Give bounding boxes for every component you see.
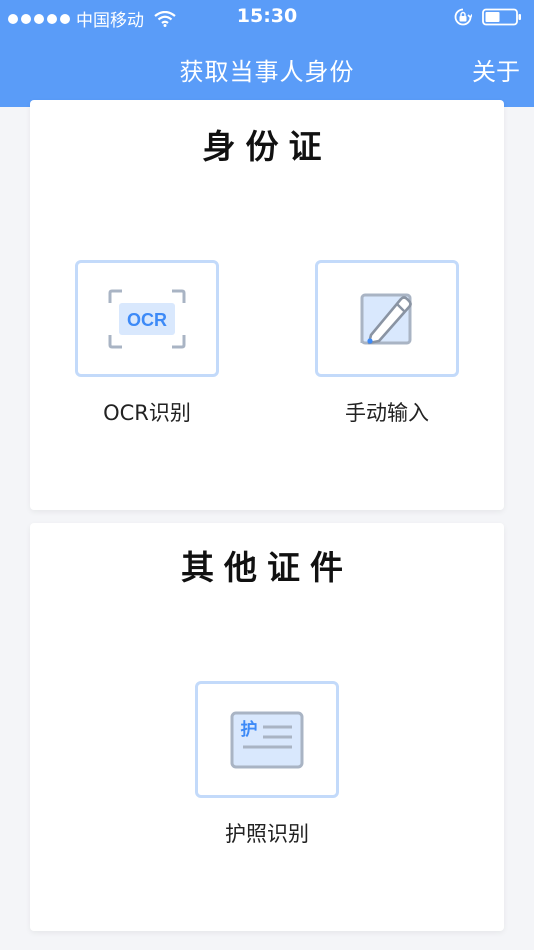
manual-option-label: 手动输入 bbox=[345, 401, 429, 425]
about-button[interactable]: 关于 bbox=[472, 52, 520, 87]
manual-input-option[interactable]: 手动输入 bbox=[315, 260, 459, 427]
battery-icon bbox=[482, 8, 521, 26]
manual-option-box[interactable] bbox=[315, 260, 459, 377]
page-title: 获取当事人身份 bbox=[179, 58, 355, 86]
other-documents-section: 其他证件 护 护照识别 bbox=[30, 523, 504, 931]
passport-option-label: 护照识别 bbox=[225, 822, 309, 846]
header: 中国移动 15:30 获取当事人身份 关于 bbox=[0, 0, 534, 107]
ocr-option-label: OCR识别 bbox=[103, 401, 191, 425]
other-section-title: 其他证件 bbox=[181, 548, 353, 587]
status-bar: 中国移动 15:30 bbox=[0, 0, 534, 36]
ocr-option-box[interactable]: OCR bbox=[75, 260, 219, 377]
rotation-lock-icon bbox=[454, 8, 472, 26]
id-card-section: 身份证 OCR OCR识别 手动输入 bbox=[30, 100, 504, 510]
passport-icon: 护 bbox=[230, 711, 304, 768]
status-right bbox=[454, 8, 522, 26]
ocr-icon-text: OCR bbox=[127, 310, 167, 330]
ocr-scan-icon: OCR bbox=[108, 289, 186, 348]
passport-option-box[interactable]: 护 bbox=[195, 681, 339, 798]
passport-recognition-option[interactable]: 护 护照识别 bbox=[195, 681, 339, 848]
id-card-section-title: 身份证 bbox=[202, 127, 332, 166]
passport-icon-text: 护 bbox=[241, 719, 258, 740]
manual-edit-icon bbox=[360, 293, 412, 344]
ocr-recognition-option[interactable]: OCR OCR识别 bbox=[75, 260, 219, 427]
